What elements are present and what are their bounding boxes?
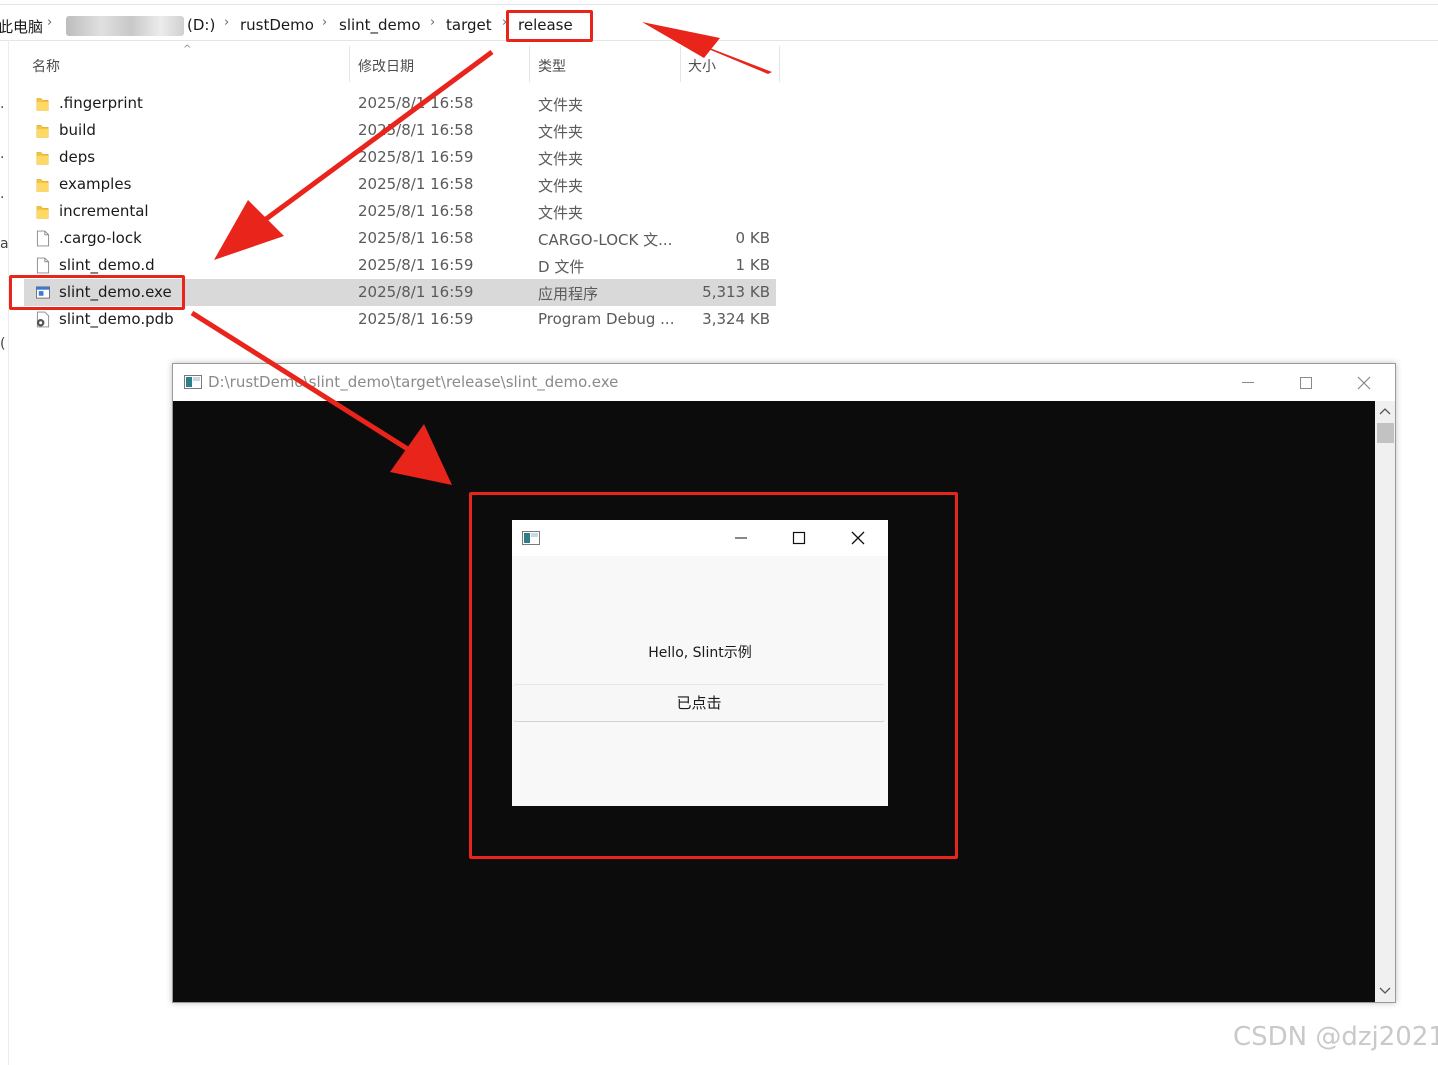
annotation-arrow (642, 22, 772, 74)
annotation-arrow (190, 310, 452, 485)
watermark: CSDN @dzj2021 (1233, 1022, 1438, 1052)
annotation-arrow (214, 49, 494, 260)
annotation-arrows (190, 22, 772, 485)
